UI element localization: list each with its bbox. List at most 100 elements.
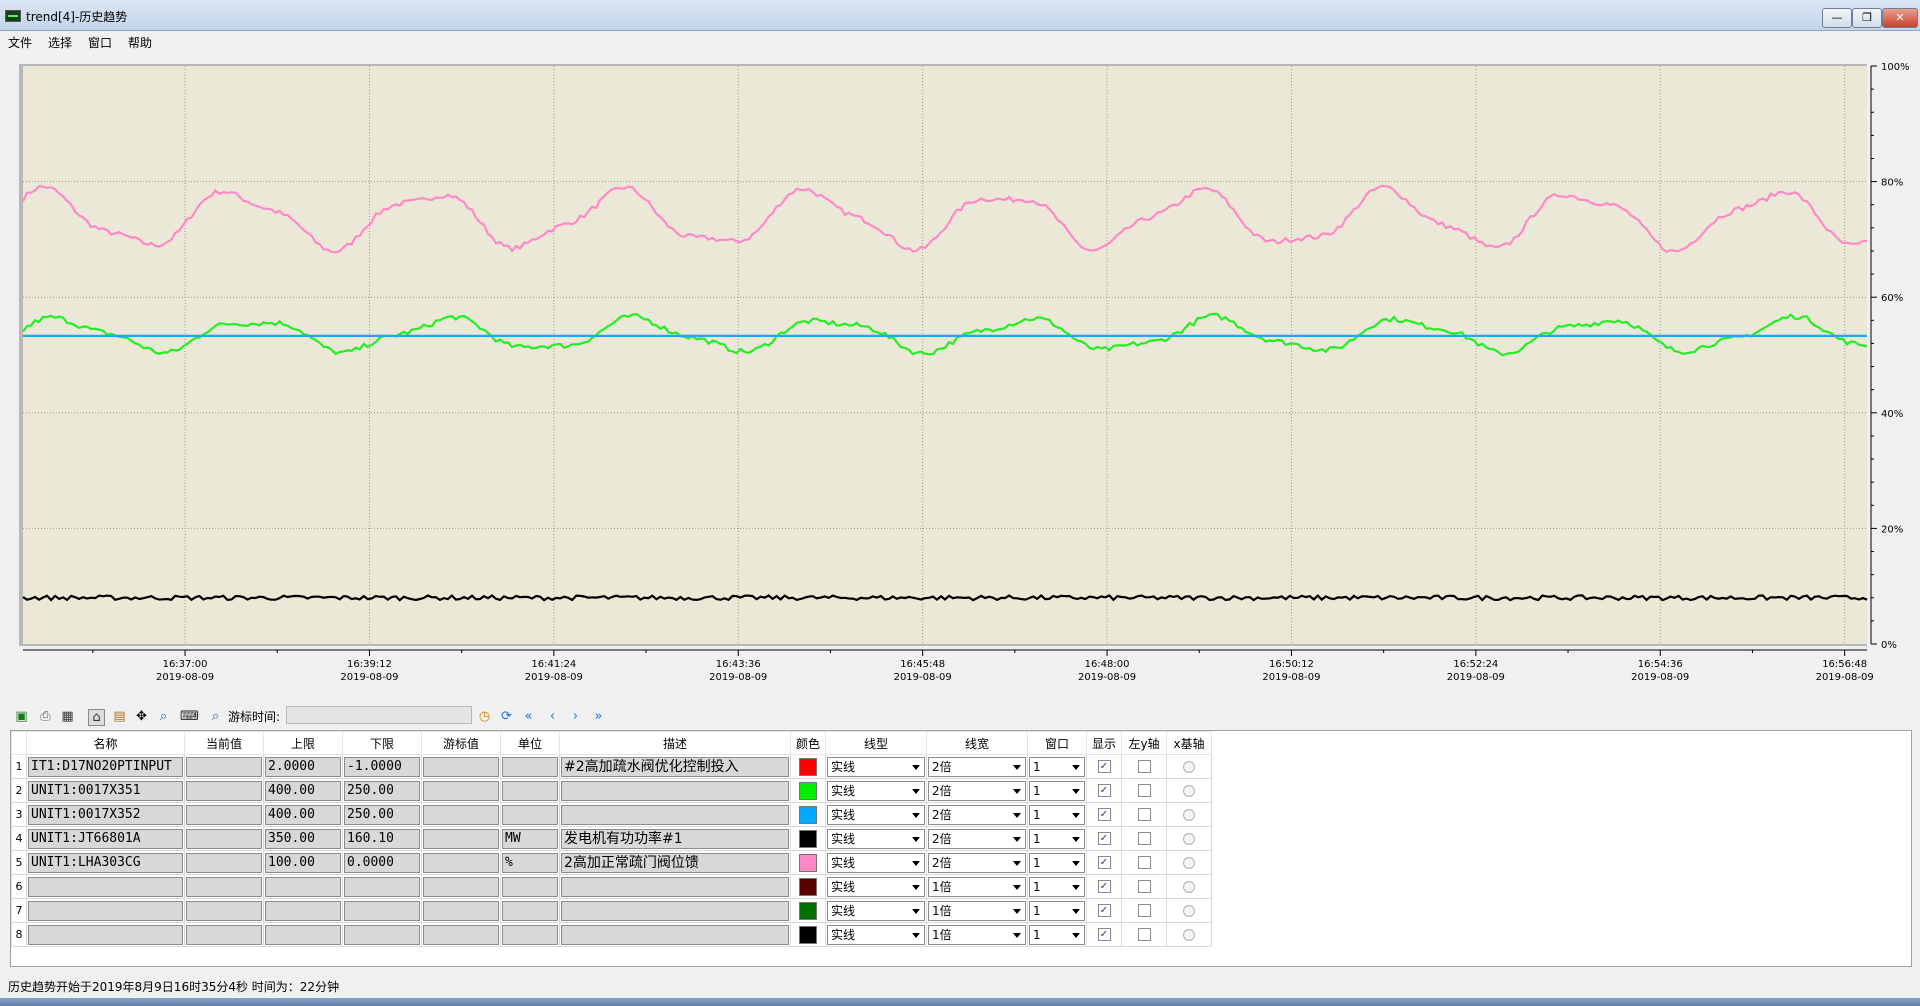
plot-area[interactable]: [23, 66, 1867, 644]
show-checkbox[interactable]: ✓: [1097, 832, 1111, 845]
left-y-axis-checkbox[interactable]: [1137, 832, 1151, 845]
show-checkbox[interactable]: ✓: [1097, 904, 1111, 917]
tag-name-cell[interactable]: [28, 876, 183, 897]
export-icon[interactable]: ▣: [14, 709, 29, 724]
trend-chart[interactable]: 100%80%60%40%20%0% 16:37:002019-08-0916:…: [0, 52, 1920, 702]
left-y-axis-checkbox[interactable]: [1137, 928, 1151, 941]
window-dropdown[interactable]: 1: [1029, 804, 1085, 825]
lower-limit-cell[interactable]: 160.10: [344, 828, 420, 849]
menu-file[interactable]: 文件: [8, 34, 32, 51]
menu-select[interactable]: 选择: [48, 34, 72, 51]
show-checkbox[interactable]: ✓: [1097, 856, 1111, 869]
show-checkbox[interactable]: ✓: [1097, 880, 1111, 893]
line-style-dropdown[interactable]: 实线: [827, 756, 925, 777]
line-width-dropdown[interactable]: 2倍: [928, 828, 1026, 849]
table-row[interactable]: 3 UNIT1:0017X352 400.00 250.00 实线 2倍 1 ✓: [11, 802, 1212, 827]
x-base-axis-radio[interactable]: [1183, 784, 1195, 797]
window-dropdown[interactable]: 1: [1029, 900, 1085, 921]
line-width-dropdown[interactable]: 2倍: [928, 756, 1026, 777]
color-swatch[interactable]: [799, 925, 817, 944]
left-y-axis-checkbox[interactable]: [1137, 808, 1151, 821]
upper-limit-cell[interactable]: [265, 876, 341, 897]
cursor-time-input[interactable]: [286, 706, 472, 724]
upper-limit-cell[interactable]: 350.00: [265, 828, 341, 849]
tag-name-cell[interactable]: [28, 924, 183, 945]
refresh-icon[interactable]: ⟳: [499, 709, 514, 724]
left-y-axis-checkbox[interactable]: [1137, 760, 1151, 773]
tag-name-cell[interactable]: UNIT1:0017X351: [28, 780, 183, 801]
show-checkbox[interactable]: ✓: [1097, 928, 1111, 941]
table-icon[interactable]: ▦: [60, 709, 75, 724]
keyboard-icon[interactable]: ⌨: [180, 709, 199, 724]
color-swatch[interactable]: [799, 853, 817, 872]
color-swatch[interactable]: [799, 829, 817, 848]
search-icon[interactable]: ⌕: [208, 709, 223, 724]
table-row[interactable]: 6 实线 1倍 1 ✓: [11, 874, 1212, 899]
lower-limit-cell[interactable]: -1.0000: [344, 756, 420, 777]
table-row[interactable]: 7 实线 1倍 1 ✓: [11, 898, 1212, 923]
line-style-dropdown[interactable]: 实线: [827, 828, 925, 849]
x-base-axis-radio[interactable]: [1183, 832, 1195, 845]
tag-name-cell[interactable]: [28, 900, 183, 921]
left-y-axis-checkbox[interactable]: [1137, 856, 1151, 869]
menu-help[interactable]: 帮助: [128, 34, 152, 51]
next-icon[interactable]: ›: [568, 709, 583, 724]
menu-window[interactable]: 窗口: [88, 34, 112, 51]
left-y-axis-checkbox[interactable]: [1137, 904, 1151, 917]
x-base-axis-radio[interactable]: [1183, 760, 1195, 773]
color-swatch[interactable]: [799, 805, 817, 824]
line-style-dropdown[interactable]: 实线: [827, 780, 925, 801]
first-page-icon[interactable]: «: [521, 709, 536, 724]
settings-icon[interactable]: ▤: [112, 709, 127, 724]
clock-icon[interactable]: ◷: [477, 709, 492, 724]
upper-limit-cell[interactable]: 400.00: [265, 780, 341, 801]
lower-limit-cell[interactable]: [344, 900, 420, 921]
pan-icon[interactable]: ✥: [134, 709, 149, 724]
line-style-dropdown[interactable]: 实线: [827, 852, 925, 873]
lower-limit-cell[interactable]: 250.00: [344, 804, 420, 825]
line-width-dropdown[interactable]: 2倍: [928, 804, 1026, 825]
upper-limit-cell[interactable]: [265, 900, 341, 921]
upper-limit-cell[interactable]: 2.0000: [265, 756, 341, 777]
left-y-axis-checkbox[interactable]: [1137, 784, 1151, 797]
line-width-dropdown[interactable]: 1倍: [928, 900, 1026, 921]
x-base-axis-radio[interactable]: [1183, 856, 1195, 869]
window-dropdown[interactable]: 1: [1029, 876, 1085, 897]
window-dropdown[interactable]: 1: [1029, 852, 1085, 873]
line-style-dropdown[interactable]: 实线: [827, 924, 925, 945]
previous-icon[interactable]: ‹: [545, 709, 560, 724]
tag-name-cell[interactable]: IT1:D17NO20PTINPUT: [28, 756, 183, 777]
close-button[interactable]: ✕: [1882, 8, 1918, 28]
window-dropdown[interactable]: 1: [1029, 924, 1085, 945]
x-base-axis-radio[interactable]: [1183, 880, 1195, 893]
window-dropdown[interactable]: 1: [1029, 756, 1085, 777]
color-swatch[interactable]: [799, 781, 817, 800]
x-base-axis-radio[interactable]: [1183, 928, 1195, 941]
lower-limit-cell[interactable]: [344, 876, 420, 897]
lower-limit-cell[interactable]: 250.00: [344, 780, 420, 801]
line-width-dropdown[interactable]: 1倍: [928, 876, 1026, 897]
window-dropdown[interactable]: 1: [1029, 780, 1085, 801]
table-row[interactable]: 1 IT1:D17NO20PTINPUT 2.0000 -1.0000 #2高加疏水阀优…: [11, 754, 1212, 779]
table-row[interactable]: 2 UNIT1:0017X351 400.00 250.00 实线 2倍 1 ✓: [11, 778, 1212, 803]
show-checkbox[interactable]: ✓: [1097, 808, 1111, 821]
tag-name-cell[interactable]: UNIT1:JT66801A: [28, 828, 183, 849]
upper-limit-cell[interactable]: [265, 924, 341, 945]
last-page-icon[interactable]: »: [591, 709, 606, 724]
color-swatch[interactable]: [799, 901, 817, 920]
home-icon[interactable]: ⌂: [88, 709, 105, 726]
tag-name-cell[interactable]: UNIT1:LHA303CG: [28, 852, 183, 873]
table-row[interactable]: 8 实线 1倍 1 ✓: [11, 922, 1212, 947]
table-row[interactable]: 5 UNIT1:LHA303CG 100.00 0.0000% 2高加正常疏门阀位馈 实线…: [11, 850, 1212, 875]
line-style-dropdown[interactable]: 实线: [827, 876, 925, 897]
print-icon[interactable]: ⎙: [38, 709, 53, 724]
show-checkbox[interactable]: ✓: [1097, 784, 1111, 797]
show-checkbox[interactable]: ✓: [1097, 760, 1111, 773]
window-dropdown[interactable]: 1: [1029, 828, 1085, 849]
line-width-dropdown[interactable]: 2倍: [928, 852, 1026, 873]
tag-name-cell[interactable]: UNIT1:0017X352: [28, 804, 183, 825]
color-swatch[interactable]: [799, 877, 817, 896]
upper-limit-cell[interactable]: 100.00: [265, 852, 341, 873]
line-style-dropdown[interactable]: 实线: [827, 804, 925, 825]
upper-limit-cell[interactable]: 400.00: [265, 804, 341, 825]
